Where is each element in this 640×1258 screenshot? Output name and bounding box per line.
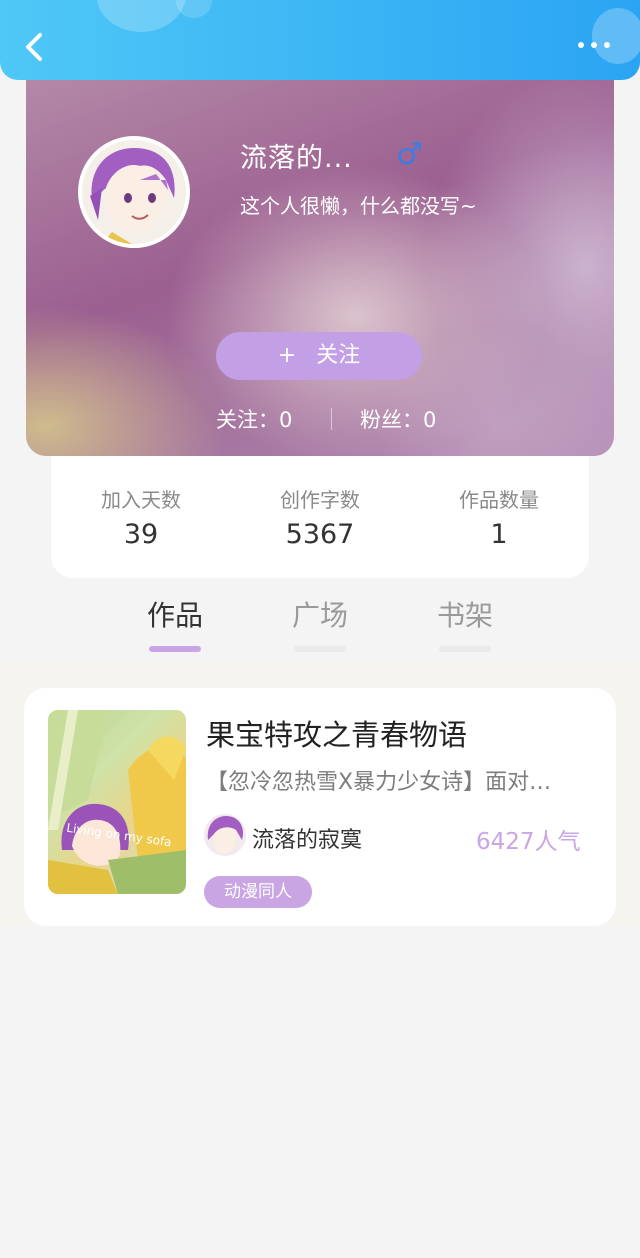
user-avatar[interactable] bbox=[78, 136, 190, 248]
author-name[interactable]: 流落的寂寞 bbox=[252, 822, 362, 854]
stat-label: 创作字数 bbox=[280, 488, 360, 512]
avatar-illustration bbox=[82, 140, 186, 244]
stat-word-count: 创作字数 5367 bbox=[230, 484, 410, 550]
fans-count[interactable]: 粉丝：0 bbox=[360, 404, 436, 434]
tab-indicator bbox=[149, 646, 201, 652]
book-card[interactable]: Living on my sofa 果宝特攻之青春物语 【忽冷忽热雪X暴力少女诗… bbox=[24, 688, 616, 926]
stats-panel: 加入天数 39 创作字数 5367 作品数量 1 bbox=[51, 448, 589, 578]
profile-header-card: 流落的... ♂ 这个人很懒，什么都没写~ + 关注 关注：0 粉丝：0 bbox=[26, 66, 614, 456]
follow-button[interactable]: + 关注 bbox=[216, 332, 422, 380]
stat-works-count: 作品数量 1 bbox=[409, 484, 589, 550]
stat-value: 1 bbox=[490, 519, 508, 550]
male-gender-icon: ♂ bbox=[396, 137, 423, 172]
top-nav-bar bbox=[0, 0, 640, 80]
plus-icon: + bbox=[277, 343, 297, 368]
stat-value: 5367 bbox=[285, 519, 355, 550]
author-avatar-illustration bbox=[204, 814, 246, 856]
genre-tag[interactable]: 动漫同人 bbox=[204, 876, 312, 908]
cover-illustration bbox=[48, 710, 186, 894]
tab-label: 书架 bbox=[436, 599, 493, 632]
more-button[interactable] bbox=[574, 36, 614, 56]
popularity-count: 6427人气 bbox=[476, 829, 581, 855]
tab-label: 作品 bbox=[146, 599, 203, 632]
tab-bookshelf[interactable]: 书架 bbox=[420, 594, 510, 652]
username: 流落的... bbox=[240, 143, 353, 174]
tab-indicator bbox=[294, 646, 346, 652]
stat-label: 作品数量 bbox=[459, 488, 539, 512]
tab-plaza[interactable]: 广场 bbox=[275, 594, 365, 652]
book-cover[interactable]: Living on my sofa bbox=[48, 710, 186, 894]
stat-join-days: 加入天数 39 bbox=[51, 484, 231, 550]
user-bio: 这个人很懒，什么都没写~ bbox=[240, 194, 477, 218]
follow-label: 关注 bbox=[316, 343, 361, 368]
book-title[interactable]: 果宝特攻之青春物语 bbox=[206, 712, 467, 754]
stat-value: 39 bbox=[123, 519, 159, 550]
decor-bubble bbox=[96, 0, 186, 32]
following-count[interactable]: 关注：0 bbox=[216, 404, 292, 434]
stat-label: 加入天数 bbox=[101, 488, 181, 512]
tab-works[interactable]: 作品 bbox=[130, 594, 220, 652]
back-button[interactable] bbox=[22, 32, 48, 62]
book-description: 【忽冷忽热雪X暴力少女诗】面对… bbox=[206, 770, 552, 795]
tab-label: 广场 bbox=[291, 599, 348, 632]
tab-indicator bbox=[439, 646, 491, 652]
author-avatar[interactable] bbox=[204, 814, 246, 856]
decor-bubble bbox=[176, 0, 212, 18]
divider bbox=[331, 408, 332, 430]
chevron-left-icon bbox=[26, 33, 42, 61]
